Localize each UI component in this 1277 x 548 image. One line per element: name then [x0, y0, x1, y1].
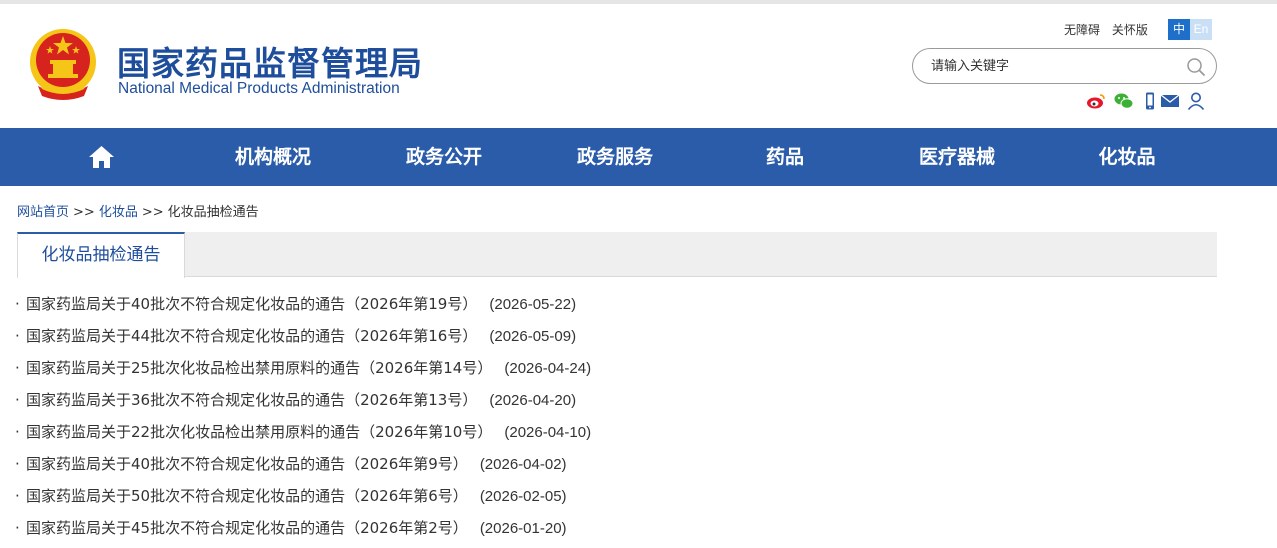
list-item[interactable]: · 国家药监局关于45批次不符合规定化妆品的通告（2026年第2号） (2026-0… — [15, 516, 1215, 548]
notice-title[interactable]: 国家药监局关于45批次不符合规定化妆品的通告（2026年第2号） — [26, 519, 468, 537]
nav-item-government-affairs[interactable]: 政务公开 — [386, 128, 502, 186]
tab-cosmetics-sampling-notices[interactable]: 化妆品抽检通告 — [17, 232, 185, 278]
mobile-icon[interactable] — [1140, 92, 1160, 110]
home-icon[interactable] — [88, 145, 115, 169]
wechat-icon[interactable] — [1114, 92, 1134, 110]
nav-item-government-services[interactable]: 政务服务 — [557, 128, 673, 186]
notice-date: (2026-04-20) — [489, 392, 577, 409]
list-item[interactable]: · 国家药监局关于36批次不符合规定化妆品的通告（2026年第13号） (2026-… — [15, 388, 1215, 420]
breadcrumb-separator: >> — [141, 205, 164, 220]
breadcrumb-cosmetics[interactable]: 化妆品 — [99, 205, 138, 220]
notice-title[interactable]: 国家药监局关于36批次不符合规定化妆品的通告（2026年第13号） — [26, 391, 477, 409]
notice-title[interactable]: 国家药监局关于22批次化妆品检出禁用原料的通告（2026年第10号） — [26, 423, 492, 441]
breadcrumb-separator: >> — [73, 205, 95, 220]
site-title: 国家药品监督管理局 — [117, 44, 423, 83]
notice-title[interactable]: 国家药监局关于40批次不符合规定化妆品的通告（2026年第19号） — [26, 295, 477, 313]
weibo-icon[interactable] — [1086, 92, 1106, 110]
lang-en-button[interactable]: En — [1190, 19, 1212, 40]
breadcrumb-home[interactable]: 网站首页 — [17, 205, 69, 220]
care-mode-link[interactable]: 关怀版 — [1112, 23, 1148, 37]
breadcrumb: 网站首页 >> 化妆品 >> 化妆品抽检通告 — [17, 201, 259, 220]
search-box — [912, 48, 1217, 84]
accessibility-link[interactable]: 无障碍 — [1064, 23, 1100, 37]
notice-title[interactable]: 国家药监局关于40批次不符合规定化妆品的通告（2026年第9号） — [26, 455, 468, 473]
lang-zh-button[interactable]: 中 — [1168, 19, 1190, 40]
list-item[interactable]: · 国家药监局关于44批次不符合规定化妆品的通告（2026年第16号） (2026-… — [15, 324, 1215, 356]
notice-date: (2026-04-10) — [504, 424, 592, 441]
mail-icon[interactable] — [1160, 92, 1180, 110]
breadcrumb-current: 化妆品抽检通告 — [167, 205, 259, 220]
tab-bar: 化妆品抽检通告 — [17, 232, 1217, 278]
notice-date: (2026-04-24) — [504, 360, 592, 377]
nav-item-medical-devices[interactable]: 医疗器械 — [899, 128, 1015, 186]
notice-list: · 国家药监局关于40批次不符合规定化妆品的通告（2026年第19号） (2026-… — [15, 292, 1215, 548]
list-item[interactable]: · 国家药监局关于50批次不符合规定化妆品的通告（2026年第6号） (2026-0… — [15, 484, 1215, 516]
search-input[interactable] — [931, 56, 1181, 76]
list-item[interactable]: · 国家药监局关于22批次化妆品检出禁用原料的通告（2026年第10号） (2026… — [15, 420, 1215, 452]
nav-item-drugs[interactable]: 药品 — [745, 128, 825, 186]
notice-date: (2026-01-20) — [479, 520, 567, 537]
list-item[interactable]: · 国家药监局关于25批次化妆品检出禁用原料的通告（2026年第14号） (2026… — [15, 356, 1215, 388]
notice-date: (2026-04-02) — [479, 456, 567, 473]
notice-title[interactable]: 国家药监局关于50批次不符合规定化妆品的通告（2026年第6号） — [26, 487, 468, 505]
user-icon[interactable] — [1186, 92, 1206, 110]
national-emblem-logo[interactable] — [28, 26, 98, 102]
top-links: 无障碍 关怀版 — [1064, 21, 1156, 38]
notice-date: (2026-05-22) — [489, 296, 577, 313]
nav-item-organization[interactable]: 机构概况 — [215, 128, 331, 186]
header: 国家药品监督管理局 National Medical Products Admi… — [0, 4, 1277, 128]
search-icon[interactable] — [1186, 57, 1206, 77]
nav-item-cosmetics[interactable]: 化妆品 — [1078, 128, 1176, 186]
site-subtitle: National Medical Products Administration — [118, 80, 400, 97]
list-item[interactable]: · 国家药监局关于40批次不符合规定化妆品的通告（2026年第19号） (2026-… — [15, 292, 1215, 324]
notice-date: (2026-02-05) — [479, 488, 567, 505]
list-item[interactable]: · 国家药监局关于40批次不符合规定化妆品的通告（2026年第9号） (2026-0… — [15, 452, 1215, 484]
notice-date: (2026-05-09) — [489, 328, 577, 345]
main-nav: 机构概况 政务公开 政务服务 药品 医疗器械 化妆品 — [0, 128, 1277, 186]
notice-title[interactable]: 国家药监局关于25批次化妆品检出禁用原料的通告（2026年第14号） — [26, 359, 492, 377]
notice-title[interactable]: 国家药监局关于44批次不符合规定化妆品的通告（2026年第16号） — [26, 327, 477, 345]
